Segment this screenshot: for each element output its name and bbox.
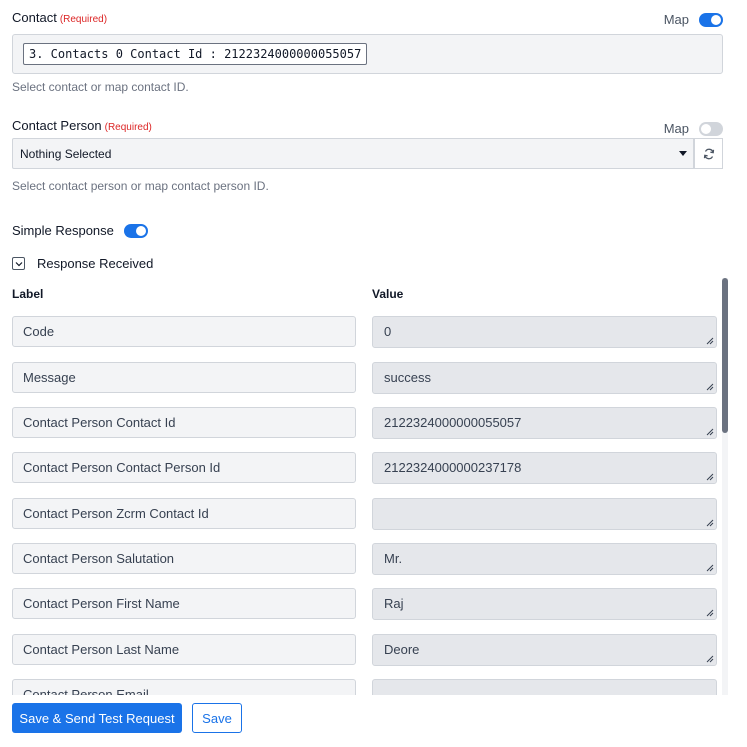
resize-grip-icon[interactable] <box>704 517 714 527</box>
row-value-textarea[interactable] <box>372 498 717 530</box>
row-label-input[interactable]: Contact Person Contact Person Id <box>12 452 356 483</box>
response-received-label: Response Received <box>37 256 154 271</box>
contact-person-select[interactable]: Nothing Selected <box>12 138 694 169</box>
contact-section: Contact (Required) Map 3. Contacts 0 Con… <box>12 10 723 100</box>
resize-grip-icon[interactable] <box>704 426 714 436</box>
row-label-input[interactable]: Contact Person Email <box>12 679 356 695</box>
contact-person-map-toggle[interactable] <box>699 121 723 136</box>
simple-response-toggle[interactable] <box>123 223 148 238</box>
response-received-row[interactable]: Response Received <box>12 256 723 271</box>
row-value-text: success <box>384 370 431 385</box>
row-value-textarea[interactable]: 2122324000000055057 <box>372 407 717 439</box>
resize-grip-icon[interactable] <box>704 607 714 617</box>
chevron-glyph <box>15 261 22 266</box>
toggle-knob <box>701 123 711 134</box>
contact-help-text: Select contact or map contact ID. <box>12 80 189 94</box>
row-label-input[interactable]: Contact Person Contact Id <box>12 407 356 438</box>
contact-mapped-pill[interactable]: 3. Contacts 0 Contact Id : 2122324000000… <box>23 43 368 65</box>
table-row: Contact Person Salutation Mr. <box>12 543 717 575</box>
response-table[interactable]: Code 0 Message success Contact Person Co… <box>0 303 747 695</box>
contact-person-map-control: Map <box>664 121 723 136</box>
contact-required-note: (Required) <box>59 14 108 25</box>
resize-grip-icon[interactable] <box>704 562 714 572</box>
resize-grip-icon[interactable] <box>704 381 714 391</box>
contact-person-label: Contact Person <box>12 118 102 133</box>
refresh-icon <box>703 148 714 159</box>
row-value-text: 2122324000000237178 <box>384 460 522 475</box>
contact-person-required-note: (Required) <box>104 122 152 133</box>
contact-label: Contact <box>12 10 57 25</box>
row-value-text: 2122324000000055057 <box>384 415 522 430</box>
row-label-input[interactable]: Contact Person Last Name <box>12 634 356 665</box>
row-value-textarea[interactable]: Raj <box>372 588 717 620</box>
contact-map-label: Map <box>663 12 689 27</box>
table-row: Contact Person Contact Id 21223240000000… <box>12 407 717 439</box>
contact-person-help-text: Select contact person or map contact per… <box>12 179 269 193</box>
label-column-header: Label <box>12 287 44 301</box>
row-value-textarea[interactable]: 0 <box>372 316 717 348</box>
row-value-text: Mr. <box>384 551 403 566</box>
table-row: Contact Person Email <box>12 679 717 695</box>
simple-response-row: Simple Response <box>12 223 723 238</box>
resize-grip-icon[interactable] <box>704 471 714 481</box>
toggle-knob <box>711 14 721 25</box>
row-value-textarea[interactable]: success <box>372 362 717 394</box>
table-row: Contact Person First Name Raj <box>12 588 717 620</box>
row-label-input[interactable]: Code <box>12 316 356 347</box>
table-row: Contact Person Zcrm Contact Id <box>12 498 717 530</box>
contact-map-toggle[interactable] <box>699 12 723 27</box>
row-value-text: Deore <box>384 642 420 657</box>
caret-down-icon <box>679 151 687 156</box>
simple-response-label: Simple Response <box>12 223 114 238</box>
row-value-textarea[interactable]: Deore <box>372 634 717 666</box>
refresh-button[interactable] <box>694 138 723 169</box>
row-value-textarea[interactable]: 2122324000000237178 <box>372 452 717 484</box>
table-row: Message success <box>12 362 717 394</box>
save-and-send-test-request-button[interactable]: Save & Send Test Request <box>12 703 182 733</box>
toggle-knob <box>135 225 146 236</box>
row-label-input[interactable]: Message <box>12 362 356 393</box>
chevron-down-icon[interactable] <box>12 257 25 270</box>
table-row: Code 0 <box>12 316 717 348</box>
row-value-text: 0 <box>384 324 392 339</box>
scrollbar-thumb[interactable] <box>722 278 728 433</box>
table-row: Contact Person Last Name Deore <box>12 634 717 666</box>
contact-person-section: Contact Person (Required) Map Nothing Se… <box>12 118 723 198</box>
contact-person-selected-value: Nothing Selected <box>20 146 112 161</box>
contact-mapped-field[interactable]: 3. Contacts 0 Contact Id : 2122324000000… <box>12 34 723 74</box>
row-value-text: Raj <box>384 596 404 611</box>
contact-person-label-row: Contact Person (Required) <box>12 118 723 133</box>
resize-grip-icon[interactable] <box>704 335 714 345</box>
row-label-input[interactable]: Contact Person First Name <box>12 588 356 619</box>
table-row: Contact Person Contact Person Id 2122324… <box>12 452 717 484</box>
contact-person-map-label: Map <box>663 121 689 136</box>
row-label-input[interactable]: Contact Person Zcrm Contact Id <box>12 498 356 529</box>
save-button[interactable]: Save <box>192 703 242 733</box>
row-label-input[interactable]: Contact Person Salutation <box>12 543 356 574</box>
contact-label-row: Contact (Required) <box>12 10 723 25</box>
contact-map-control: Map <box>664 12 723 27</box>
row-value-textarea[interactable] <box>372 679 717 695</box>
resize-grip-icon[interactable] <box>704 653 714 663</box>
row-value-textarea[interactable]: Mr. <box>372 543 717 575</box>
value-column-header: Value <box>372 287 404 301</box>
